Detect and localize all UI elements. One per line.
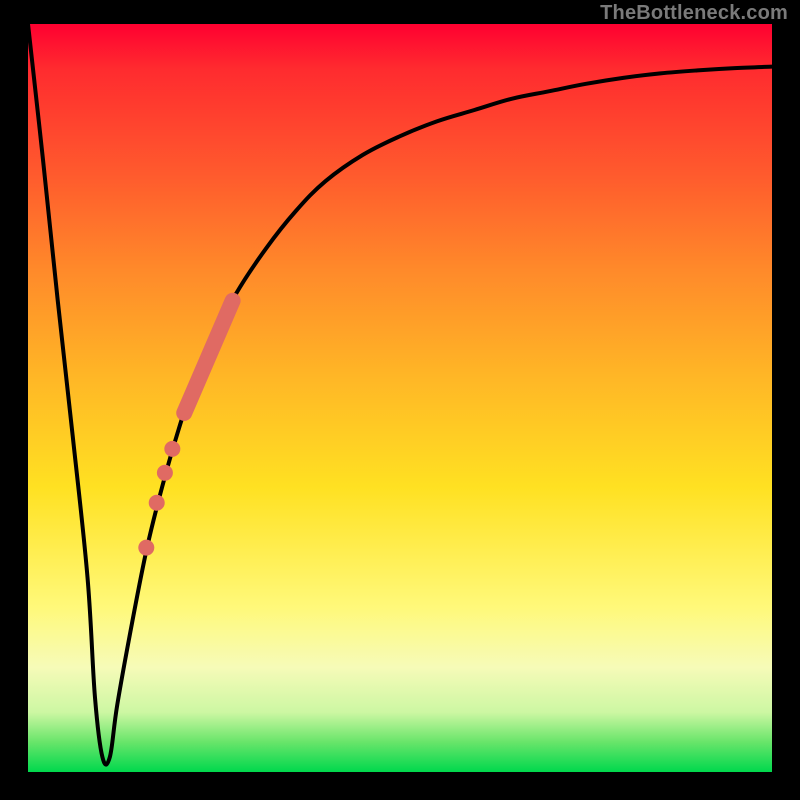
chart-frame: TheBottleneck.com — [0, 0, 800, 800]
highlight-dot — [157, 465, 173, 481]
chart-svg — [28, 24, 772, 772]
highlight-dot — [164, 441, 180, 457]
highlight-dot — [138, 540, 154, 556]
plot-area — [28, 24, 772, 772]
highlight-dot — [149, 495, 165, 511]
bottleneck-curve — [28, 24, 772, 765]
highlight-segment — [184, 301, 232, 413]
watermark-text: TheBottleneck.com — [600, 2, 788, 25]
